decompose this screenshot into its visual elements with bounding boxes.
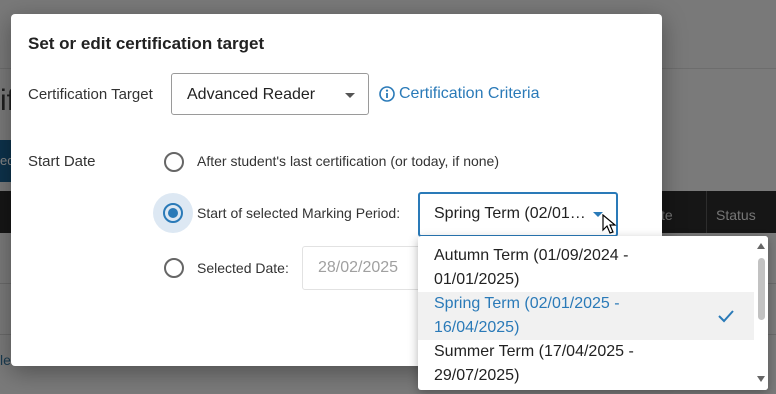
dropdown-option[interactable]: Autumn Term (01/09/2024 - 01/01/2025) (418, 244, 754, 292)
certification-target-label: Certification Target (28, 86, 153, 103)
dropdown-option-line: 16/04/2025) (434, 319, 520, 336)
dropdown-option-line: Spring Term (02/01/2025 - (434, 295, 620, 312)
dropdown-scrollbar[interactable] (754, 236, 768, 390)
mouse-pointer-icon (602, 214, 617, 234)
radio-selected-date-label[interactable]: Selected Date: (197, 260, 289, 276)
marking-period-value: Spring Term (02/01… (434, 205, 586, 222)
dropdown-option[interactable]: Summer Term (17/04/2025 - 29/07/2025) (418, 340, 754, 388)
marking-period-dropdown: Autumn Term (01/09/2024 - 01/01/2025) Sp… (418, 236, 768, 390)
dropdown-option-line: 29/07/2025) (434, 367, 520, 384)
check-icon (718, 310, 734, 323)
dropdown-option-line: Autumn Term (01/09/2024 - (434, 247, 629, 264)
radio-after-last-certification[interactable] (164, 152, 184, 172)
radio-after-last-certification-label[interactable]: After student's last certification (or t… (197, 153, 499, 169)
radio-start-of-marking-period-label[interactable]: Start of selected Marking Period: (197, 205, 400, 221)
selected-date-input[interactable]: 28/02/2025 (302, 246, 432, 290)
caret-down-icon (345, 93, 355, 98)
dropdown-option-selected[interactable]: Spring Term (02/01/2025 - 16/04/2025) (418, 292, 754, 340)
scroll-up-arrow-icon[interactable] (757, 243, 765, 249)
info-circle-icon (379, 86, 395, 102)
selected-date-placeholder: 28/02/2025 (318, 259, 399, 276)
start-date-label: Start Date (28, 153, 96, 170)
certification-criteria-link[interactable]: Certification Criteria (379, 85, 539, 103)
dropdown-option-line: Summer Term (17/04/2025 - (434, 343, 634, 360)
certification-criteria-label: Certification Criteria (399, 85, 540, 102)
radio-start-of-marking-period[interactable] (163, 203, 183, 223)
radio-selected-date[interactable] (164, 258, 184, 278)
scrollbar-thumb[interactable] (758, 258, 765, 320)
certification-target-value: Advanced Reader (187, 86, 316, 103)
marking-period-select[interactable]: Spring Term (02/01… (418, 192, 618, 237)
certification-target-select[interactable]: Advanced Reader (171, 73, 369, 115)
scroll-down-arrow-icon[interactable] (757, 376, 765, 382)
dropdown-option-line: 01/01/2025) (434, 271, 520, 288)
dialog-title: Set or edit certification target (28, 34, 265, 53)
